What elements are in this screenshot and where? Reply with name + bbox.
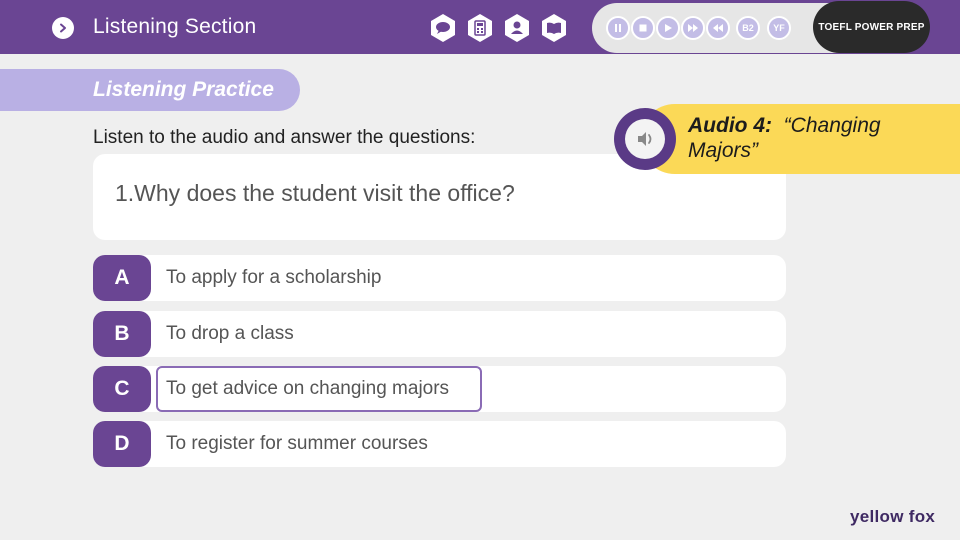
option-letter: A [93,255,151,301]
book-icon[interactable] [539,13,569,43]
audio-banner: Audio 4: “Changing Majors” [640,104,960,174]
brand-badge-pill: TOEFL POWER PREP [813,1,930,53]
instruction-text: Listen to the audio and answer the quest… [93,127,476,148]
play-icon[interactable] [656,16,680,40]
option-letter: D [93,421,151,467]
level-badge[interactable]: B2 [736,16,760,40]
page-title: Listening Section [93,15,257,38]
option-letter: B [93,311,151,357]
option-letter: C [93,366,151,412]
option-text: To drop a class [166,323,294,344]
option-c[interactable]: C To get advice on changing majors [93,366,786,412]
audio-play-button[interactable] [614,108,676,170]
pause-icon[interactable] [606,16,630,40]
top-bar: Listening Section B2 YF TOEFL POWER PREP [0,0,960,54]
audio-label: Audio 4: [688,114,772,137]
option-text: To apply for a scholarship [166,267,382,288]
option-text: To get advice on changing majors [166,378,450,399]
user-icon[interactable] [502,13,532,43]
option-a[interactable]: A To apply for a scholarship [93,255,786,301]
media-controls: B2 YF [592,3,840,53]
brand-logo: yellow fox [850,507,936,526]
option-d[interactable]: D To register for summer courses [93,421,786,467]
fast-forward-icon[interactable] [681,16,705,40]
stop-icon[interactable] [631,16,655,40]
section-header: Listening Practice [0,69,300,111]
speaker-icon [625,119,665,159]
question-text: 1.Why does the student visit the office? [115,180,515,206]
chevron-right-icon[interactable] [52,17,74,39]
chat-icon[interactable] [428,13,458,43]
section-title: Listening Practice [93,78,274,101]
brand-badge[interactable]: YF [767,16,791,40]
option-text: To register for summer courses [166,433,428,454]
audio-title: Audio 4: “Changing Majors” [688,113,928,163]
rewind-icon[interactable] [706,16,730,40]
option-b[interactable]: B To drop a class [93,311,786,357]
calculator-icon[interactable] [465,13,495,43]
